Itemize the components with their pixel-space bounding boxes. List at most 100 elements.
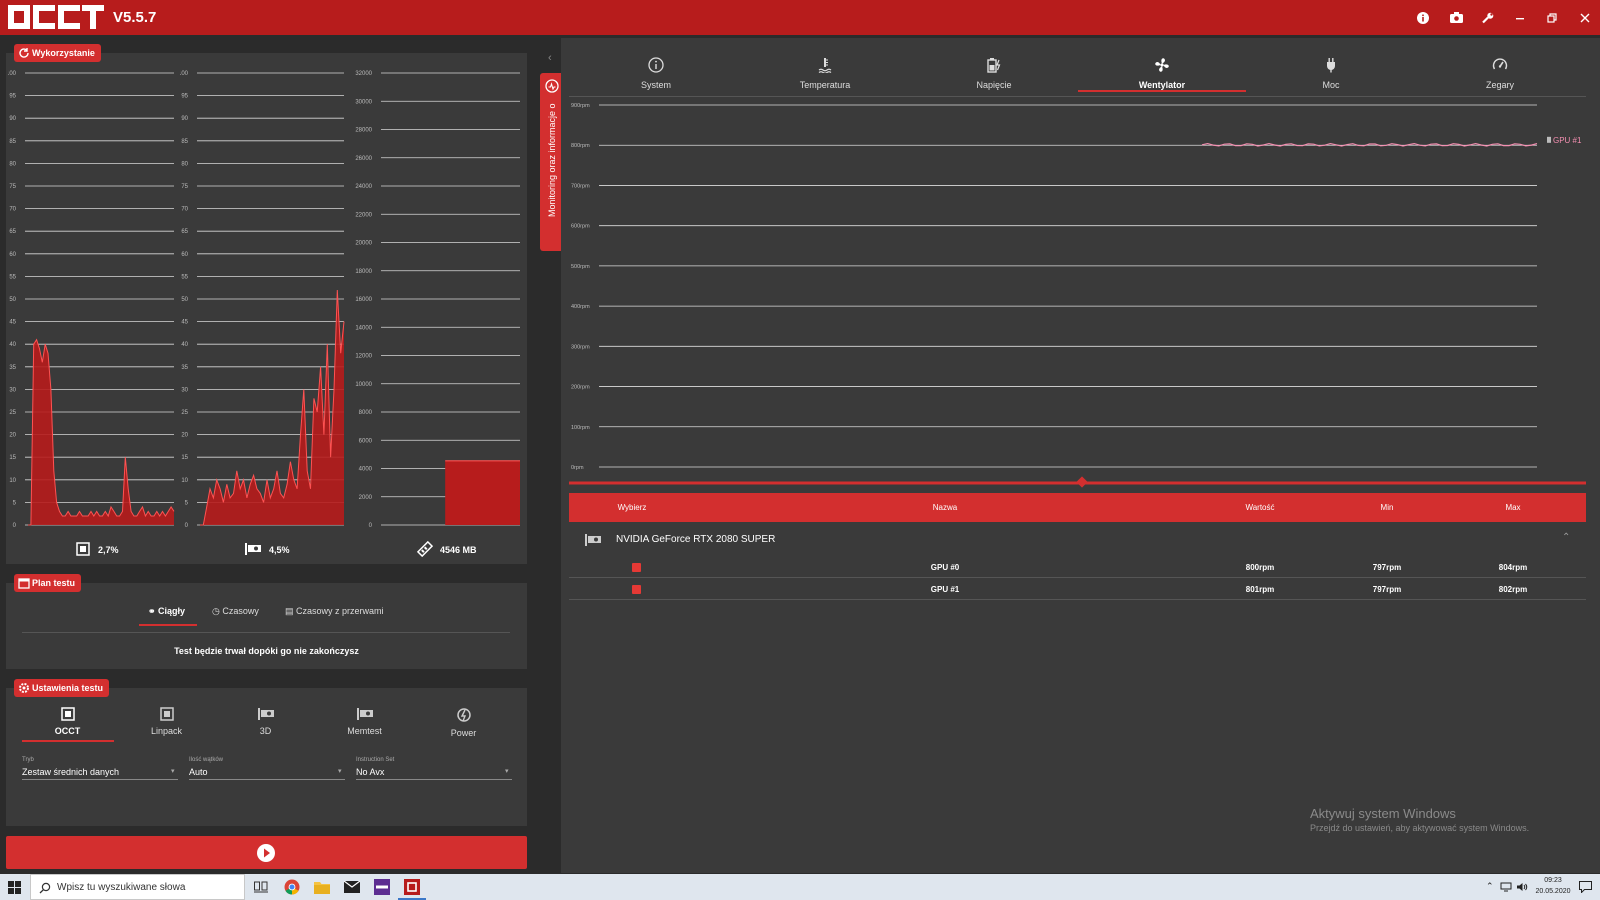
gpu-icon xyxy=(257,708,274,720)
tick-label: 5 xyxy=(13,500,17,506)
tick-label: 35 xyxy=(181,365,188,371)
tick-label: 70 xyxy=(181,207,188,213)
test-occt[interactable]: OCCT xyxy=(18,707,117,736)
gpu-icon xyxy=(356,708,373,720)
plan-mode-continuous-label: Ciągły xyxy=(158,606,186,616)
tick-label: 700rpm xyxy=(571,183,590,189)
mode-field-label: Tryb xyxy=(22,757,34,763)
minimize-icon[interactable] xyxy=(1510,8,1530,28)
tick-label: 80 xyxy=(181,161,188,167)
tick-label: 0 xyxy=(369,523,373,529)
task-view-icon[interactable] xyxy=(254,881,268,893)
chrome-icon[interactable] xyxy=(284,879,300,895)
tab-fan[interactable]: Wentylator xyxy=(1078,57,1246,90)
tick-label: 40 xyxy=(9,342,16,348)
memory-value: 4546 MB xyxy=(440,545,477,555)
cpu-icon xyxy=(76,542,90,556)
tab-system[interactable]: System xyxy=(572,57,740,90)
ram-icon xyxy=(417,541,433,557)
tab-fan-label: Wentylator xyxy=(1138,80,1186,90)
header-max[interactable]: Max xyxy=(1449,493,1577,522)
tab-voltage-label: Napięcie xyxy=(976,80,1012,90)
test-power[interactable]: Power xyxy=(414,707,513,738)
instruction-select[interactable]: No Avx xyxy=(356,767,384,777)
usage-tag: Wykorzystanie xyxy=(14,44,101,62)
tab-system-label: System xyxy=(640,80,671,90)
sensor-group-row[interactable]: NVIDIA GeForce RTX 2080 SUPER ⌃ xyxy=(569,528,1586,552)
tick-label: 40 xyxy=(181,342,188,348)
clock-time[interactable]: 09:23 xyxy=(1530,877,1576,884)
row-max: 804rpm xyxy=(1498,563,1528,572)
taskbar-search-box[interactable]: Wpisz tu wyszukiwane słowa xyxy=(30,874,245,900)
tab-temperature[interactable]: Temperatura xyxy=(741,57,909,90)
app-version: V5.5.7 xyxy=(113,9,157,26)
usage-area xyxy=(28,339,174,525)
notifications-icon[interactable] xyxy=(1579,881,1592,893)
header-select[interactable]: Wybierz xyxy=(569,493,695,522)
timeline-slider-handle xyxy=(1076,476,1088,488)
wrench-icon[interactable] xyxy=(1478,8,1498,28)
table-row: GPU #0 800rpm 797rpm 804rpm xyxy=(569,557,1586,578)
start-test-button[interactable] xyxy=(6,836,527,869)
tab-voltage[interactable]: Napięcie xyxy=(910,57,1078,90)
gpu-icon xyxy=(1547,136,1551,143)
row-checkbox[interactable] xyxy=(632,563,641,572)
sensor-table-header: Wybierz Nazwa Wartość Min Max xyxy=(569,493,1586,522)
clock-date[interactable]: 20.05.2020 xyxy=(1530,888,1576,895)
tab-power[interactable]: Moc xyxy=(1247,57,1415,90)
tick-label: 12000 xyxy=(355,354,372,360)
tick-label: 0 xyxy=(13,523,17,529)
file-explorer-icon[interactable] xyxy=(314,880,330,894)
test-3d[interactable]: 3D xyxy=(216,707,315,736)
info-icon[interactable] xyxy=(1413,8,1433,28)
volume-icon[interactable] xyxy=(1516,882,1528,892)
tick-label: 30000 xyxy=(355,99,372,105)
plan-mode-timed-label: Czasowy xyxy=(222,606,259,616)
tick-label: 60 xyxy=(181,252,188,258)
row-checkbox[interactable] xyxy=(632,585,641,594)
tick-label: 45 xyxy=(181,320,188,326)
tick-label: 75 xyxy=(181,184,188,190)
plan-mode-continuous[interactable]: ⚭ Ciągły xyxy=(148,606,185,617)
camera-icon[interactable] xyxy=(1446,8,1466,28)
tick-label: 95 xyxy=(9,94,16,100)
plan-mode-timed-breaks[interactable]: ▤ Czasowy z przerwami xyxy=(285,606,384,617)
row-value: 801rpm xyxy=(1245,585,1275,594)
chevron-up-icon[interactable]: ⌃ xyxy=(1562,532,1570,543)
restore-icon[interactable] xyxy=(1542,8,1562,28)
tab-clocks[interactable]: Zegary xyxy=(1416,57,1584,90)
mode-select[interactable]: Zestaw średnich danych xyxy=(22,767,119,777)
collapse-arrow-icon[interactable]: ‹ xyxy=(548,52,552,64)
tick-label: 500rpm xyxy=(571,264,590,270)
threads-select[interactable]: Auto xyxy=(189,767,208,777)
close-icon[interactable] xyxy=(1575,8,1595,28)
header-min[interactable]: Min xyxy=(1325,493,1449,522)
mail-icon[interactable] xyxy=(344,881,360,893)
windows-start-icon[interactable] xyxy=(8,881,21,894)
row-name: GPU #1 xyxy=(930,585,960,594)
tab-clocks-label: Zegary xyxy=(1485,80,1514,90)
cpu-value: 2,7% xyxy=(98,545,119,555)
row-name: GPU #0 xyxy=(930,563,960,572)
tick-label: 100rpm xyxy=(571,425,590,431)
occt-taskbar-icon[interactable] xyxy=(404,879,420,895)
plan-mode-timed[interactable]: ◷ Czasowy xyxy=(212,606,259,617)
chevron-up-icon[interactable]: ⌃ xyxy=(1486,881,1494,892)
nzxt-cam-icon[interactable] xyxy=(374,879,390,895)
test-linpack[interactable]: Linpack xyxy=(117,707,216,736)
threads-field-underline xyxy=(189,779,345,780)
test-3d-label: 3D xyxy=(259,726,272,736)
tick-label: 90 xyxy=(9,116,16,122)
test-occt-label: OCCT xyxy=(54,726,81,736)
header-name[interactable]: Nazwa xyxy=(695,493,1195,522)
refresh-icon xyxy=(19,48,29,58)
memory-usage-chart: 3200030000280002600024000220002000018000… xyxy=(355,71,520,529)
tick-label: 75 xyxy=(9,184,16,190)
header-value[interactable]: Wartość xyxy=(1195,493,1325,522)
fan-icon xyxy=(1155,58,1169,72)
plan-mode-underline xyxy=(139,624,197,626)
mode-field-underline xyxy=(22,779,178,780)
test-memtest[interactable]: Memtest xyxy=(315,707,414,736)
network-icon[interactable] xyxy=(1500,882,1512,892)
tick-label: 55 xyxy=(181,274,188,280)
